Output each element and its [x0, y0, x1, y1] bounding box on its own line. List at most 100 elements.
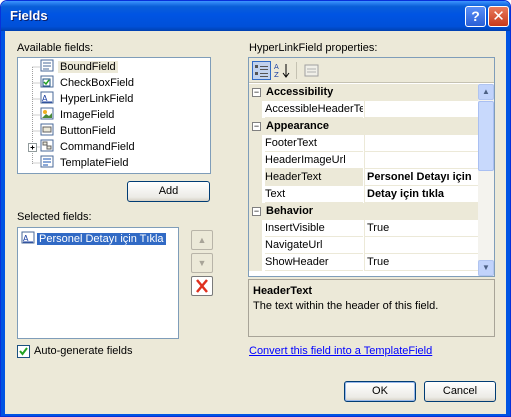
properties-label: HyperLinkField properties:	[249, 42, 378, 54]
alphabetical-button[interactable]: AZ	[273, 61, 292, 80]
delete-x-icon	[196, 279, 208, 293]
row-gutter	[249, 135, 262, 152]
category-appearance[interactable]: − Appearance	[249, 118, 478, 135]
categorized-button[interactable]	[252, 61, 271, 80]
title-bar[interactable]: Fields ? ✕	[1, 1, 510, 31]
tree-item-commandfield[interactable]: CommandField	[40, 139, 137, 155]
available-fields-label: Available fields:	[17, 42, 94, 54]
row-gutter	[249, 186, 262, 203]
category-label: Appearance	[266, 120, 329, 132]
tree-item-label: CheckBoxField	[60, 77, 134, 89]
window-frame-left	[1, 31, 5, 414]
image-field-icon	[40, 107, 54, 120]
property-row-accessibleheadertext[interactable]: AccessibleHeaderTe	[249, 101, 478, 118]
tree-item-buttonfield[interactable]: ButtonField	[40, 123, 118, 139]
collapse-icon[interactable]: −	[252, 122, 261, 131]
collapse-icon[interactable]: −	[252, 88, 261, 97]
property-value[interactable]: True	[364, 220, 478, 237]
property-value[interactable]	[364, 135, 478, 152]
property-name: HeaderImageUrl	[265, 152, 363, 169]
delete-button[interactable]	[191, 276, 213, 296]
convert-templatefield-link[interactable]: Convert this field into a TemplateField	[249, 345, 432, 357]
bound-field-icon	[40, 59, 54, 72]
tree-item-label: ButtonField	[60, 125, 116, 137]
property-grid: AZ − Accessibility AccessibleHeaderTe − Ap…	[248, 57, 495, 277]
tree-item-label: ImageField	[60, 109, 115, 121]
property-name: FooterText	[265, 135, 363, 152]
ok-button[interactable]: OK	[344, 381, 416, 402]
category-behavior[interactable]: − Behavior	[249, 203, 478, 220]
scroll-up-button[interactable]: ▲	[478, 84, 494, 100]
toolbar-separator	[296, 62, 297, 79]
property-name: NavigateUrl	[265, 237, 363, 254]
property-value[interactable]	[364, 152, 478, 169]
property-scrollbar[interactable]: ▲ ▼	[478, 84, 494, 276]
property-grid-toolbar: AZ	[249, 58, 494, 83]
property-row-headertext[interactable]: HeaderText Personel Detayı için	[249, 169, 478, 186]
property-row-headerimageurl[interactable]: HeaderImageUrl	[249, 152, 478, 169]
property-row-insertvisible[interactable]: InsertVisible True	[249, 220, 478, 237]
window-title: Fields	[10, 8, 48, 23]
property-row-footertext[interactable]: FooterText	[249, 135, 478, 152]
property-row-navigateurl[interactable]: NavigateUrl	[249, 237, 478, 254]
hyperlink-field-icon: A	[40, 91, 54, 104]
tree-item-boundfield[interactable]: BoundField	[40, 59, 118, 75]
property-name: AccessibleHeaderTe	[265, 101, 363, 118]
close-button[interactable]: ✕	[488, 6, 509, 27]
row-gutter	[249, 152, 262, 169]
property-pages-icon	[304, 64, 319, 77]
property-row-text[interactable]: Text Detay için tıkla	[249, 186, 478, 203]
property-value[interactable]: Detay için tıkla	[364, 186, 478, 203]
scroll-thumb[interactable]	[478, 101, 494, 171]
available-fields-tree[interactable]: BoundField CheckBoxField A HyperLinkField…	[17, 57, 211, 174]
tree-item-templatefield[interactable]: TemplateField	[40, 155, 130, 171]
tree-item-hyperlinkfield[interactable]: A HyperLinkField	[40, 91, 135, 107]
property-value[interactable]: Personel Detayı için	[364, 169, 478, 186]
button-field-icon	[40, 123, 54, 136]
svg-text:Z: Z	[274, 71, 279, 79]
description-title: HeaderText	[253, 285, 313, 297]
fields-dialog: Fields ? ✕ Available fields: BoundField	[0, 0, 511, 417]
property-row-showheader[interactable]: ShowHeader True	[249, 254, 478, 271]
property-name: HeaderText	[265, 169, 363, 186]
property-pages-button[interactable]	[302, 61, 321, 80]
tree-item-checkboxfield[interactable]: CheckBoxField	[40, 75, 136, 91]
collapse-icon[interactable]: −	[252, 207, 261, 216]
command-field-icon	[40, 139, 54, 152]
autogen-checkbox[interactable]	[17, 345, 30, 358]
row-gutter	[249, 101, 262, 118]
selected-field-item[interactable]: A Personel Detayı için Tıkla	[21, 231, 166, 247]
checkmark-icon	[19, 347, 28, 356]
autogen-label[interactable]: Auto-generate fields	[34, 345, 132, 357]
window-frame-right	[506, 31, 510, 414]
tree-item-label: HyperLinkField	[60, 93, 134, 105]
row-gutter	[249, 237, 262, 254]
hyperlink-field-icon: A	[21, 231, 35, 244]
help-button[interactable]: ?	[465, 6, 486, 27]
category-label: Accessibility	[266, 86, 334, 98]
row-gutter	[249, 169, 262, 186]
property-name: ShowHeader	[265, 254, 363, 271]
category-label: Behavior	[266, 205, 314, 217]
template-field-icon	[40, 155, 54, 168]
move-down-button[interactable]: ▼	[191, 253, 213, 273]
tree-item-label: BoundField	[58, 61, 118, 73]
alphabetical-icon: AZ	[274, 63, 290, 79]
property-value[interactable]: True	[364, 254, 478, 271]
checkbox-field-icon	[40, 75, 54, 88]
row-gutter	[249, 254, 262, 271]
svg-text:A: A	[274, 63, 279, 71]
category-accessibility[interactable]: − Accessibility	[249, 84, 478, 101]
tree-item-imagefield[interactable]: ImageField	[40, 107, 116, 123]
scroll-down-button[interactable]: ▼	[478, 260, 494, 276]
selected-field-label: Personel Detayı için Tıkla	[37, 233, 166, 245]
add-button[interactable]: Add	[127, 181, 210, 202]
property-value[interactable]	[364, 101, 478, 118]
tree-item-label: TemplateField	[60, 157, 129, 169]
move-up-button[interactable]: ▲	[191, 230, 213, 250]
selected-fields-list[interactable]: A Personel Detayı için Tıkla	[17, 227, 179, 339]
property-value[interactable]	[364, 237, 478, 254]
cancel-button[interactable]: Cancel	[424, 381, 496, 402]
row-gutter	[249, 220, 262, 237]
property-description-panel: HeaderText The text within the header of…	[248, 279, 495, 337]
